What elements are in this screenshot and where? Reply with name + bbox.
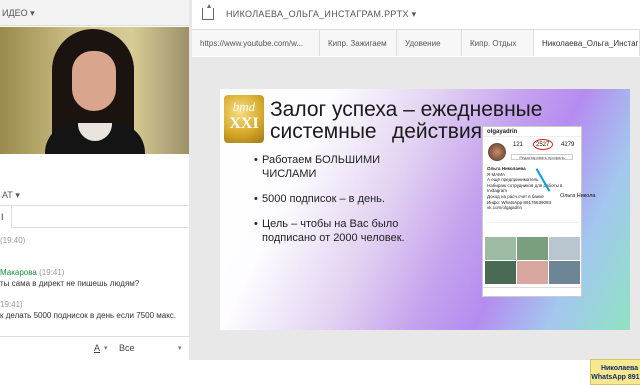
annotation-text: Ольга Никола (560, 193, 596, 199)
presentation-slide: bmd XXI Залог успеха – ежедневные систем… (220, 89, 630, 330)
tab-kipr-otdyh[interactable]: Кипр. Отдых (462, 30, 534, 56)
tab-presentation[interactable]: Николаева_Ольга_Инстаграм (534, 30, 640, 56)
speaker-name-box: Николаева Ольга WhatsApp 89176639083 (590, 359, 640, 385)
document-panel: НИКОЛАЕВА_ОЛЬГА_ИНСТАГРАМ.PPTX ▾ https:/… (192, 0, 640, 385)
left-panel: ИДЕО ▾ АТ ▾ I (19:40) Макарова (19:41) т… (0, 0, 192, 360)
profile-bio: Ольга Николаева Я МАМА А ещё предпринима… (487, 166, 579, 211)
document-title[interactable]: НИКОЛАЕВА_ОЛЬГА_ИНСТАГРАМ.PPTX ▾ (226, 9, 416, 20)
slide-bullets: Работаем БОЛЬШИМИ ЧИСЛАМИ 5000 подписок … (254, 153, 434, 256)
bullet-item: Работаем БОЛЬШИМИ ЧИСЛАМИ (254, 153, 434, 181)
video-panel-header: ИДЕО ▾ (0, 0, 191, 26)
slide-title-line2: действия (392, 120, 483, 143)
bio-line: vk.com/olgajadrin (487, 205, 523, 211)
profile-avatar (488, 143, 506, 161)
profile-view-icons (487, 222, 579, 232)
recipient-select[interactable]: Все (119, 343, 135, 353)
chat-panel-title: АТ (2, 190, 13, 200)
speaker-whatsapp: WhatsApp 89176639083 (591, 374, 640, 381)
chevron-down-icon[interactable]: ▾ (412, 9, 417, 19)
posts-count: 121 (513, 142, 524, 148)
speaker-name: Николаева Ольга (600, 365, 640, 372)
document-tabs: https://www.youtube.com/w... Кипр. Зажиг… (192, 30, 640, 56)
chat-message-time: (19:40) (0, 236, 26, 245)
chat-message-time: 19:41) (0, 300, 23, 309)
chat-message: Макарова (19:41) (0, 268, 64, 277)
bmd-logo: bmd XXI (224, 95, 264, 143)
tab-udovenie[interactable]: Удовение (397, 30, 462, 56)
grid-photo (517, 237, 548, 260)
chevron-down-icon[interactable]: ▾ (178, 344, 182, 352)
chat-panel-header: АТ ▾ (0, 184, 190, 206)
chat-message: (19:40) (0, 236, 25, 245)
chevron-down-icon[interactable]: ▾ (104, 344, 108, 352)
bullet-item: 5000 подписок – в день. (254, 192, 434, 206)
chat-message-author: Макарова (0, 268, 37, 277)
video-panel-title: ИДЕО (2, 8, 28, 18)
instagram-nav-bar (483, 287, 581, 296)
bullet-item: Цель – чтобы на Вас было подписано от 20… (254, 217, 434, 245)
tab-kipr-zazhigaem[interactable]: Кипр. Зажигаем (320, 30, 397, 56)
edit-profile-button: Редактировать профиль (511, 154, 573, 160)
logo-text-top: bmd (232, 99, 256, 114)
chat-message-text: к делать 5000 поднисок в день если 7500 … (0, 311, 176, 320)
chat-message-time: (19:41) (39, 268, 65, 277)
photo-grid (485, 237, 581, 285)
chevron-down-icon[interactable]: ▾ (15, 190, 20, 200)
instagram-profile-screenshot: olgayadrin 121 2527 4279 Редактировать п… (482, 126, 582, 297)
highlight-circle (533, 139, 553, 150)
webcam-video (0, 27, 189, 154)
chat-tab[interactable]: I (0, 206, 12, 228)
document-title-text: НИКОЛАЕВА_ОЛЬГА_ИНСТАГРАМ.PPTX (226, 9, 409, 19)
grid-photo (485, 261, 516, 284)
text-format-button[interactable]: A (94, 343, 100, 353)
profile-username: olgayadrin (483, 127, 581, 137)
chevron-down-icon[interactable]: ▾ (30, 8, 35, 18)
video-person-face (72, 51, 116, 111)
grid-photo (549, 237, 580, 260)
logo-text-bottom: XXI (229, 115, 259, 132)
tab-youtube[interactable]: https://www.youtube.com/w... (192, 30, 320, 56)
grid-photo (485, 237, 516, 260)
document-header: НИКОЛАЕВА_ОЛЬГА_ИНСТАГРАМ.PPTX ▾ (192, 0, 640, 30)
upload-icon[interactable] (202, 4, 214, 20)
chat-tabbar: I (0, 206, 190, 228)
following-count: 4279 (561, 142, 575, 148)
grid-photo (549, 261, 580, 284)
chat-message-text: ты сама в директ не пишешь людям? (0, 279, 140, 288)
slide-stage: bmd XXI Залог успеха – ежедневные систем… (192, 57, 640, 385)
chat-input-bar: A ▾ Все ▾ (0, 336, 190, 360)
grid-photo (517, 261, 548, 284)
